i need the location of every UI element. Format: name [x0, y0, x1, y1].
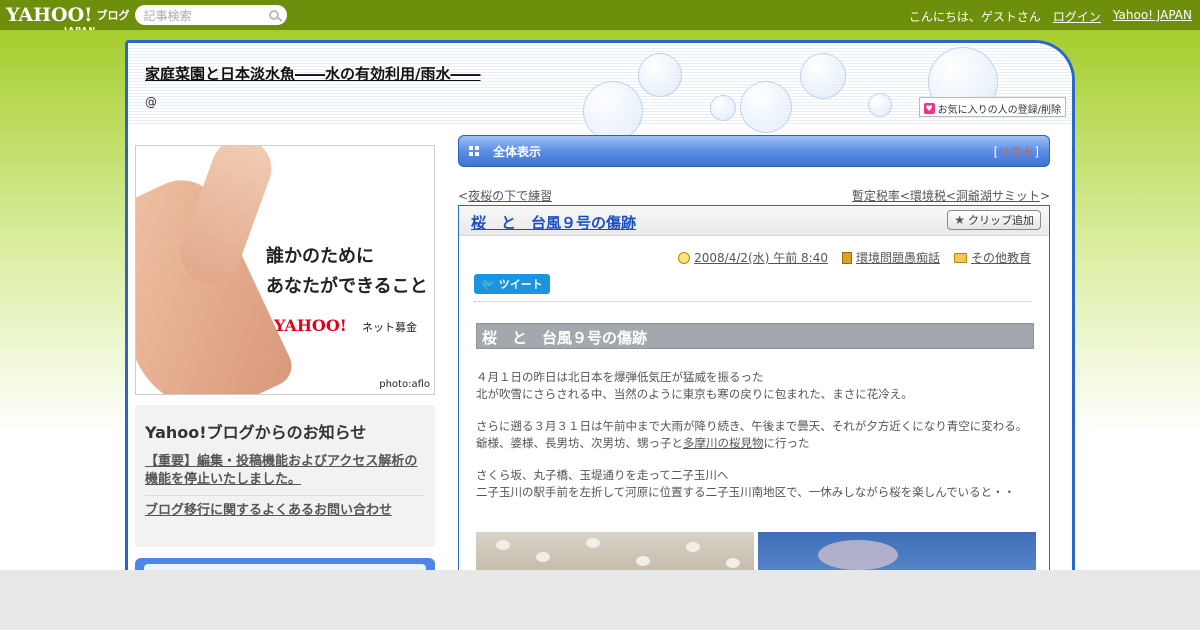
twitter-bird-icon: 🐦: [481, 277, 495, 291]
all-posts-label[interactable]: 全体表示: [493, 143, 541, 160]
sidebar-widget: [135, 558, 435, 570]
bubble-decoration: [800, 53, 846, 99]
blog-subtitle: @: [145, 95, 157, 109]
prev-post: <夜桜の下で練習: [458, 189, 553, 203]
blog-title[interactable]: 家庭菜園と日本淡水魚――水の有効利用/雨水――: [145, 63, 480, 84]
favorite-register-button[interactable]: ♥ お気に入りの人の登録/削除: [918, 97, 1066, 117]
yahoo-logo[interactable]: YAHOO!JAPAN: [6, 6, 95, 36]
top-bar: YAHOO!JAPAN ブログ 記事検索 こんにちは、ゲストさん ログイン Ya…: [0, 0, 1200, 36]
notice-heading: Yahoo!ブログからのお知らせ: [145, 423, 367, 442]
blog-frame: 家庭菜園と日本淡水魚――水の有効利用/雨水―― @ ♥ お気に入りの人の登録/削…: [125, 40, 1075, 570]
sky-blossom-photo[interactable]: [758, 532, 1036, 570]
folder-icon: [953, 252, 967, 263]
divider: [474, 301, 1032, 302]
bubble-decoration: [740, 81, 792, 133]
article: 桜 と 台風９号の傷跡 ★ クリップ追加 2008/4/2(水) 午前 8:40…: [458, 205, 1050, 570]
tamagawa-link[interactable]: 多摩川の桜見物: [683, 436, 764, 450]
tweet-button[interactable]: 🐦 ツイート: [474, 274, 550, 294]
cherry-blossom-photo[interactable]: [476, 532, 754, 570]
ad-yahoo-logo: YAHOO!: [274, 316, 347, 335]
category-link[interactable]: 環境問題愚痴話: [856, 249, 940, 266]
blog-header: 家庭菜園と日本淡水魚――水の有効利用/雨水―― @ ♥ お気に入りの人の登録/削…: [128, 43, 1072, 141]
greeting-text: こんにちは、ゲストさん: [908, 10, 1041, 24]
blog-label[interactable]: ブログ: [96, 7, 129, 23]
login-link[interactable]: ログイン: [1053, 8, 1101, 25]
favorite-register-label: お気に入りの人の登録/削除: [937, 104, 1061, 116]
search-input[interactable]: 記事検索: [135, 5, 288, 25]
next-post: 暫定税率<環境税<洞爺湖サミット>: [851, 189, 1050, 203]
article-body: ４月１日の昨日は北日本を爆弾低気圧が猛威を振るった 北が吹雪にさらされる中、当然…: [476, 369, 1034, 516]
yahoo-japan-link[interactable]: Yahoo! JAPAN: [1113, 8, 1192, 25]
heart-icon: ♥: [923, 102, 935, 114]
search-placeholder: 記事検索: [143, 8, 192, 23]
ad-line-1: 誰かのために: [266, 246, 374, 267]
list-view-toggle: [リスト]: [993, 144, 1039, 159]
article-title[interactable]: 桜 と 台風９号の傷跡: [471, 212, 636, 233]
body-text: 北が吹雪にさらされる中、当然のように東京も寒の戻りに包まれた、まさに花冷え。: [476, 386, 913, 401]
all-posts-bar: 全体表示 [リスト]: [458, 135, 1050, 167]
page-bottom: [0, 570, 1200, 630]
body-text: に行った: [763, 435, 810, 450]
book-icon: [841, 251, 852, 264]
ad-photo-credit: photo:aflo: [379, 379, 430, 390]
article-heading: 桜 と 台風９号の傷跡: [476, 323, 1034, 349]
notice-link-faq[interactable]: ブログ移行に関するよくあるお問い合わせ: [145, 502, 425, 526]
account-links: こんにちは、ゲストさん ログイン Yahoo! JAPAN: [909, 8, 1192, 25]
bubble-decoration: [583, 81, 643, 141]
ad-brand-sub: ネット募金: [362, 321, 417, 334]
post-date-link[interactable]: 2008/4/2(水) 午前 8:40: [694, 249, 828, 266]
bubble-decoration: [868, 93, 892, 117]
sidebar-widget-body: [144, 564, 426, 570]
body-text: さらに遡る３月３１日は午前中まで大雨が降り続き、午後まで曇天、それが夕方近くにな…: [476, 419, 1028, 433]
article-meta: 2008/4/2(水) 午前 8:40 環境問題愚痴話 その他教育: [678, 249, 1031, 266]
body-text: 爺様、婆様、長男坊、次男坊、甥っ子と: [476, 435, 683, 450]
divider: [145, 495, 425, 496]
next-post-link[interactable]: 暫定税率<環境税<洞爺湖サミット: [852, 189, 1040, 203]
notice-box: Yahoo!ブログからのお知らせ 【重要】編集・投稿機能およびアクセス解析の機能…: [135, 405, 435, 547]
body-text: さくら坂、丸子橋、玉堤通りを走って二子玉川へ: [476, 468, 729, 482]
clock-icon: [678, 251, 691, 264]
clip-add-label: クリップ追加: [968, 214, 1034, 227]
clip-add-button[interactable]: ★ クリップ追加: [947, 210, 1041, 230]
list-view-link[interactable]: リスト: [998, 145, 1034, 159]
bubble-decoration: [710, 95, 736, 121]
prev-post-link[interactable]: 夜桜の下で練習: [468, 189, 552, 203]
search-icon[interactable]: [269, 10, 280, 20]
star-icon: ★: [954, 213, 965, 227]
body-text: ４月１日の昨日は北日本を爆弾低気圧が猛威を振るった: [476, 370, 764, 384]
bubble-decoration: [638, 53, 682, 97]
grid-icon: [469, 146, 479, 156]
tweet-label: ツイート: [498, 278, 543, 291]
charity-ad-banner[interactable]: 誰かのために あなたができること YAHOO! ネット募金 photo:aflo: [135, 145, 435, 395]
notice-link-important[interactable]: 【重要】編集・投稿機能およびアクセス解析の機能を停止いたしました。: [145, 453, 425, 495]
post-navigation: <夜桜の下で練習 暫定税率<環境税<洞爺湖サミット>: [458, 187, 1050, 204]
folder-link[interactable]: その他教育: [971, 249, 1031, 266]
body-text: 二子玉川の駅手前を左折して河原に位置する二子玉川南地区で、一休みしながら桜を楽し…: [476, 484, 1016, 499]
ad-line-2: あなたができること: [266, 276, 428, 297]
